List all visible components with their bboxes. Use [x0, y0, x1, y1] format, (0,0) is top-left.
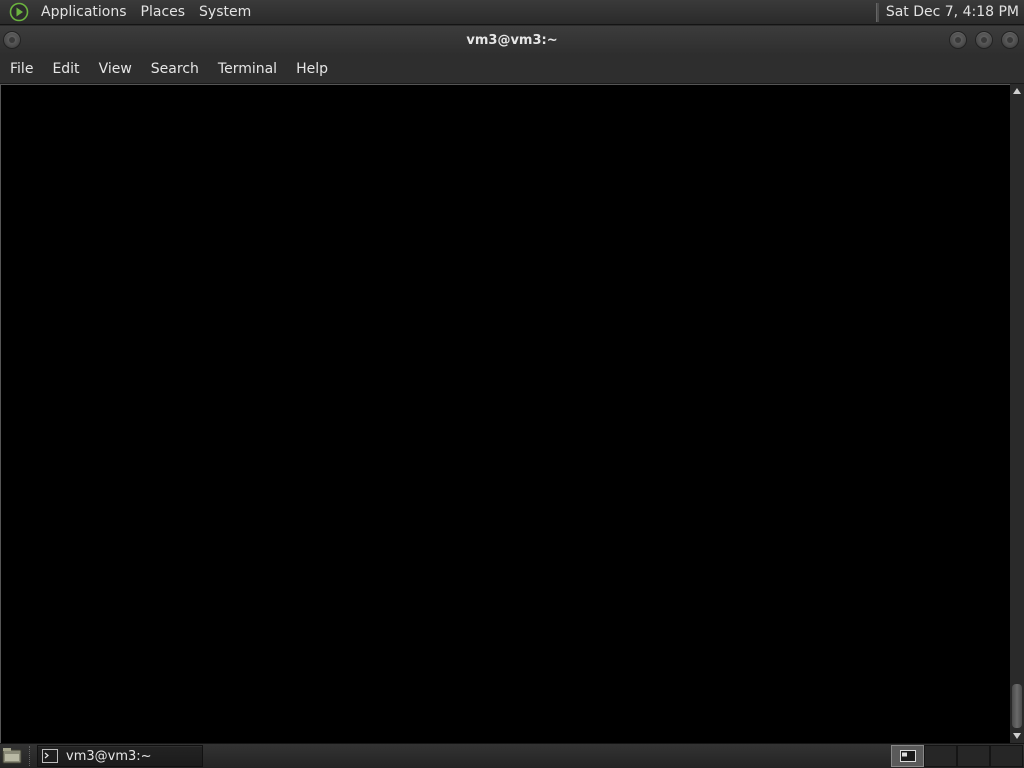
system-menu[interactable]: System: [192, 0, 258, 25]
workspace-switcher: [891, 745, 1023, 767]
menu-edit[interactable]: Edit: [45, 55, 86, 84]
minimize-button[interactable]: [949, 31, 967, 49]
top-panel: Applications Places System Sat Dec 7, 4:…: [0, 0, 1024, 25]
terminal-scrollbar[interactable]: [1010, 84, 1024, 743]
taskbar-button-label: vm3@vm3:~: [66, 748, 152, 764]
scroll-down-arrow-icon[interactable]: [1013, 733, 1021, 739]
window-titlebar[interactable]: vm3@vm3:~: [0, 26, 1024, 55]
terminal-icon: [42, 749, 58, 763]
workspace-4[interactable]: [990, 745, 1023, 767]
places-menu[interactable]: Places: [134, 0, 193, 25]
show-desktop-icon[interactable]: [1, 745, 23, 767]
taskbar-separator: [29, 746, 31, 766]
clock[interactable]: Sat Dec 7, 4:18 PM: [886, 0, 1024, 25]
workspace-1[interactable]: [891, 745, 924, 767]
menu-terminal[interactable]: Terminal: [211, 55, 284, 84]
scrollbar-thumb[interactable]: [1012, 684, 1022, 728]
menubar: File Edit View Search Terminal Help: [0, 55, 1024, 84]
workspace-window-thumbnail-icon: [899, 750, 916, 762]
workspace-2[interactable]: [924, 745, 957, 767]
menu-view[interactable]: View: [92, 55, 139, 84]
maximize-button[interactable]: [975, 31, 993, 49]
applications-menu[interactable]: Applications: [34, 0, 134, 25]
menu-file[interactable]: File: [3, 55, 40, 84]
applications-logo-icon[interactable]: [9, 2, 29, 22]
menu-help[interactable]: Help: [289, 55, 335, 84]
window-title: vm3@vm3:~: [466, 33, 558, 48]
scroll-up-arrow-icon[interactable]: [1013, 88, 1021, 94]
workspace-3[interactable]: [957, 745, 990, 767]
panel-handle: [875, 2, 879, 22]
terminal-screen[interactable]: [0, 84, 1010, 743]
menu-search[interactable]: Search: [144, 55, 206, 84]
bottom-panel: vm3@vm3:~: [0, 743, 1024, 768]
close-button[interactable]: [1001, 31, 1019, 49]
taskbar-button-terminal[interactable]: vm3@vm3:~: [37, 745, 203, 767]
